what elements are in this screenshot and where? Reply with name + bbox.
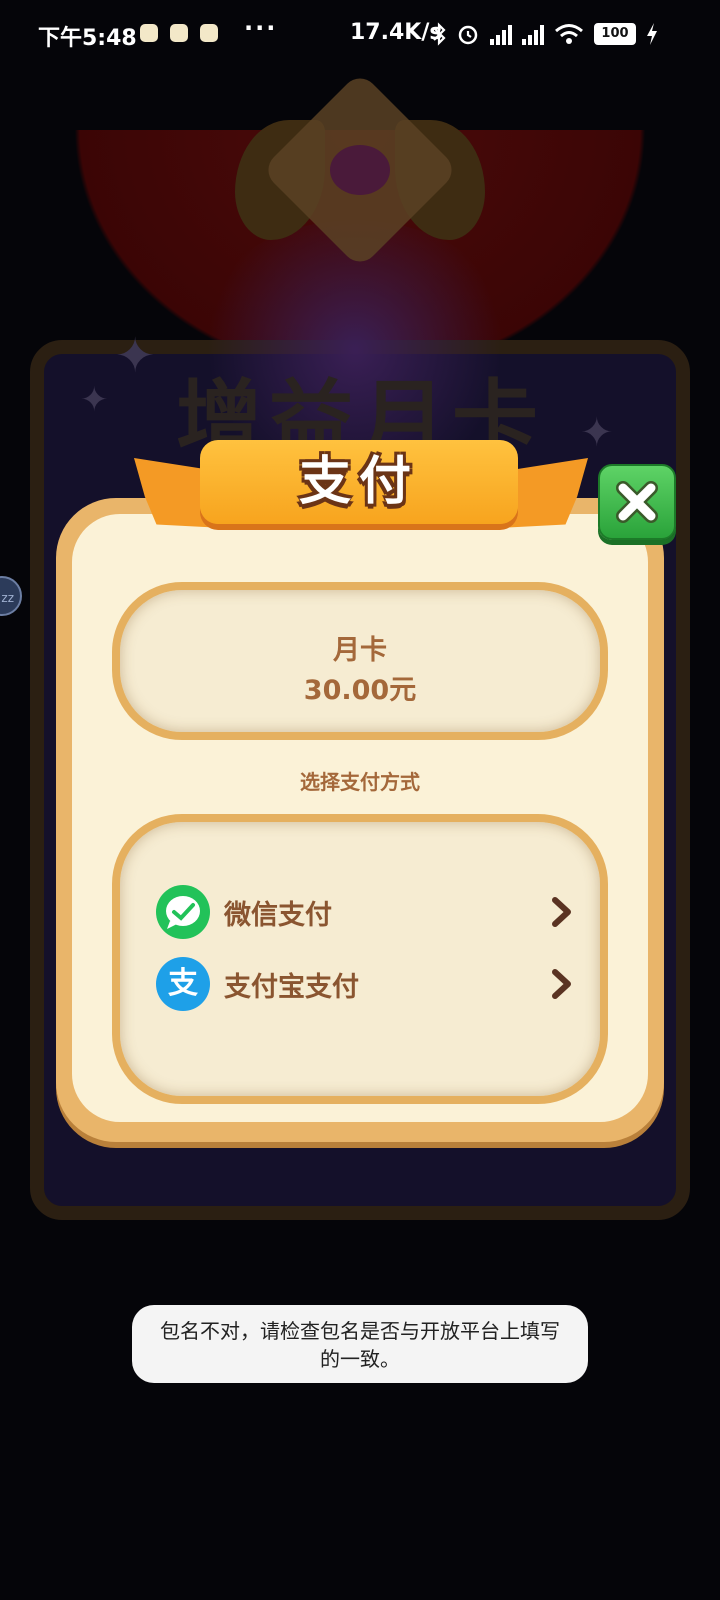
- network-speed: 17.4K/s: [350, 20, 443, 45]
- sparkle-icon: ✦: [115, 328, 156, 384]
- crown-icon: [330, 145, 390, 195]
- toast-message: 包名不对，请检查包名是否与开放平台上填写的一致。: [132, 1305, 588, 1383]
- sparkle-icon: ✦: [580, 410, 614, 456]
- bluetooth-icon: [433, 22, 446, 46]
- product-name: 月卡: [333, 635, 387, 666]
- notification-icons: [140, 24, 218, 42]
- sparkle-icon: ✦: [80, 380, 109, 420]
- select-payment-label: 选择支付方式: [300, 770, 420, 794]
- alipay-option[interactable]: 支 支付宝支付: [156, 956, 576, 1012]
- status-time: 下午5:48: [38, 26, 137, 51]
- dialog-title: 支付: [298, 452, 419, 512]
- app-notification-icon: [170, 24, 188, 42]
- status-icons: 100: [432, 22, 658, 46]
- signal-icon: [522, 23, 544, 45]
- dialog-title-banner: 支付: [200, 440, 518, 524]
- app-notification-icon: [200, 24, 218, 42]
- alarm-icon: [458, 25, 478, 45]
- chevron-right-icon: [552, 897, 571, 927]
- signal-icon: [490, 23, 512, 45]
- close-icon: [616, 481, 658, 523]
- product-price: 30.00元: [303, 675, 417, 706]
- close-button[interactable]: [598, 464, 676, 540]
- alipay-label: 支付宝支付: [224, 971, 359, 1003]
- chevron-right-icon: [552, 969, 571, 999]
- wechat-icon: [156, 885, 210, 939]
- wechat-pay-label: 微信支付: [224, 899, 332, 931]
- more-notifications-icon: ···: [244, 14, 278, 42]
- wifi-icon: [555, 24, 583, 44]
- alipay-icon: 支: [156, 957, 210, 1011]
- battery-icon: 100: [594, 23, 636, 45]
- payment-methods-box: 微信支付 支 支付宝支付: [112, 814, 608, 1104]
- charging-icon: [647, 23, 657, 45]
- app-notification-icon: [140, 24, 158, 42]
- product-info-box: 月卡 30.00元: [112, 582, 608, 740]
- wechat-pay-option[interactable]: 微信支付: [156, 884, 576, 940]
